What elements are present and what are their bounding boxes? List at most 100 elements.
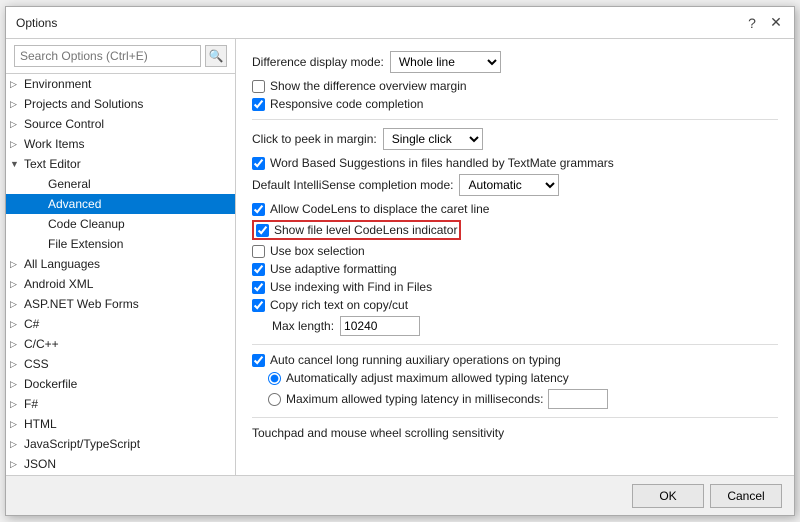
use-indexing-label: Use indexing with Find in Files: [270, 280, 432, 294]
sidebar-item-projects[interactable]: ▷ Projects and Solutions: [6, 94, 235, 114]
sidebar-item-label: Source Control: [24, 117, 104, 131]
max-length-input[interactable]: [340, 316, 420, 336]
help-button[interactable]: ?: [744, 15, 760, 31]
sidebar-item-label: C/C++: [24, 337, 59, 351]
arrow-icon: ▷: [10, 319, 24, 330]
right-panel: Difference display mode: Whole line None…: [236, 39, 794, 475]
sidebar-item-json[interactable]: ▷ JSON: [6, 454, 235, 474]
auto-adjust-row: Automatically adjust maximum allowed typ…: [252, 371, 778, 385]
sidebar-item-all-languages[interactable]: ▷ All Languages: [6, 254, 235, 274]
max-allowed-input[interactable]: [548, 389, 608, 409]
sidebar-item-file-extension[interactable]: File Extension: [6, 234, 235, 254]
arrow-icon: ▷: [10, 79, 24, 90]
dialog-title: Options: [16, 16, 57, 30]
sidebar-item-label: JavaScript/TypeScript: [24, 437, 140, 451]
arrow-icon: ▷: [10, 339, 24, 350]
sidebar-item-label: C#: [24, 317, 39, 331]
ok-button[interactable]: OK: [632, 484, 704, 508]
max-allowed-radio[interactable]: [268, 393, 281, 406]
use-adaptive-checkbox[interactable]: [252, 263, 265, 276]
title-bar: Options ? ✕: [6, 7, 794, 39]
sidebar-item-html[interactable]: ▷ HTML: [6, 414, 235, 434]
copy-rich-text-label: Copy rich text on copy/cut: [270, 298, 408, 312]
sidebar-item-label: Projects and Solutions: [24, 97, 143, 111]
difference-display-mode-row: Difference display mode: Whole line None…: [252, 51, 778, 73]
arrow-icon: ▷: [10, 259, 24, 270]
sidebar-item-csharp[interactable]: ▷ C#: [6, 314, 235, 334]
auto-cancel-label: Auto cancel long running auxiliary opera…: [270, 353, 561, 367]
use-box-selection-label: Use box selection: [270, 244, 365, 258]
auto-adjust-radio[interactable]: [268, 372, 281, 385]
sidebar-item-label: HTML: [24, 417, 57, 431]
tree-container: ▷ Environment ▷ Projects and Solutions ▷…: [6, 74, 235, 475]
search-icon[interactable]: 🔍: [205, 45, 227, 67]
max-length-row: Max length:: [252, 316, 778, 336]
arrow-icon: ▷: [10, 279, 24, 290]
sidebar-item-aspnet[interactable]: ▷ ASP.NET Web Forms: [6, 294, 235, 314]
show-overview-margin-label: Show the difference overview margin: [270, 79, 467, 93]
arrow-icon: ▷: [10, 139, 24, 150]
use-box-selection-checkbox[interactable]: [252, 245, 265, 258]
arrow-icon: ▷: [10, 419, 24, 430]
show-file-level-row: Show file level CodeLens indicator: [252, 220, 778, 240]
sidebar-item-label: Code Cleanup: [48, 217, 125, 231]
difference-display-mode-select[interactable]: Whole line None Character level: [390, 51, 501, 73]
search-input[interactable]: [14, 45, 201, 67]
sidebar-item-label: ASP.NET Web Forms: [24, 297, 139, 311]
responsive-code-checkbox[interactable]: [252, 98, 265, 111]
arrow-icon: ▷: [10, 119, 24, 130]
auto-cancel-checkbox[interactable]: [252, 354, 265, 367]
sidebar-item-advanced[interactable]: Advanced: [6, 194, 235, 214]
sidebar-item-label: General: [48, 177, 91, 191]
click-to-peek-select[interactable]: Single click Double click: [383, 128, 483, 150]
allow-codelens-checkbox[interactable]: [252, 203, 265, 216]
arrow-icon: ▷: [10, 359, 24, 370]
close-button[interactable]: ✕: [768, 15, 784, 31]
bottom-bar: OK Cancel: [6, 475, 794, 515]
word-based-row: Word Based Suggestions in files handled …: [252, 156, 778, 170]
show-file-level-checkbox[interactable]: [256, 224, 269, 237]
allow-codelens-label: Allow CodeLens to displace the caret lin…: [270, 202, 489, 216]
sidebar-item-dockerfile[interactable]: ▷ Dockerfile: [6, 374, 235, 394]
show-overview-margin-checkbox[interactable]: [252, 80, 265, 93]
search-box: 🔍: [6, 39, 235, 74]
sidebar-item-fsharp[interactable]: ▷ F#: [6, 394, 235, 414]
touchpad-label: Touchpad and mouse wheel scrolling sensi…: [252, 426, 504, 440]
max-allowed-label: Maximum allowed typing latency in millis…: [286, 392, 543, 406]
sidebar-item-source-control[interactable]: ▷ Source Control: [6, 114, 235, 134]
sidebar-item-label: Android XML: [24, 277, 93, 291]
copy-rich-text-row: Copy rich text on copy/cut: [252, 298, 778, 312]
sidebar-item-css[interactable]: ▷ CSS: [6, 354, 235, 374]
use-indexing-checkbox[interactable]: [252, 281, 265, 294]
arrow-icon: ▷: [10, 379, 24, 390]
cancel-button[interactable]: Cancel: [710, 484, 782, 508]
sidebar-item-label: F#: [24, 397, 38, 411]
arrow-icon: ▼: [10, 159, 24, 169]
difference-display-mode-label: Difference display mode:: [252, 55, 384, 69]
touchpad-row: Touchpad and mouse wheel scrolling sensi…: [252, 426, 778, 440]
show-overview-margin-row: Show the difference overview margin: [252, 79, 778, 93]
default-intellisense-select[interactable]: Automatic Tab-only Enter-only: [459, 174, 559, 196]
sidebar-item-code-cleanup[interactable]: Code Cleanup: [6, 214, 235, 234]
arrow-icon: ▷: [10, 299, 24, 310]
sidebar-item-text-editor[interactable]: ▼ Text Editor: [6, 154, 235, 174]
sidebar-item-label: Environment: [24, 77, 91, 91]
sidebar-item-android-xml[interactable]: ▷ Android XML: [6, 274, 235, 294]
default-intellisense-label: Default IntelliSense completion mode:: [252, 178, 453, 192]
sidebar-item-javascript[interactable]: ▷ JavaScript/TypeScript: [6, 434, 235, 454]
sidebar-item-general[interactable]: General: [6, 174, 235, 194]
options-dialog: Options ? ✕ 🔍 ▷ Environment ▷ Project: [5, 6, 795, 516]
use-box-selection-row: Use box selection: [252, 244, 778, 258]
sidebar-item-label: File Extension: [48, 237, 123, 251]
sidebar-item-label: Advanced: [48, 197, 101, 211]
sidebar-item-work-items[interactable]: ▷ Work Items: [6, 134, 235, 154]
word-based-checkbox[interactable]: [252, 157, 265, 170]
sidebar-item-label: JSON: [24, 457, 56, 471]
copy-rich-text-checkbox[interactable]: [252, 299, 265, 312]
arrow-icon: ▷: [10, 399, 24, 410]
sidebar-item-environment[interactable]: ▷ Environment: [6, 74, 235, 94]
show-file-level-label: Show file level CodeLens indicator: [274, 223, 457, 237]
max-allowed-row: Maximum allowed typing latency in millis…: [252, 389, 778, 409]
sidebar-item-label: All Languages: [24, 257, 100, 271]
sidebar-item-cpp[interactable]: ▷ C/C++: [6, 334, 235, 354]
